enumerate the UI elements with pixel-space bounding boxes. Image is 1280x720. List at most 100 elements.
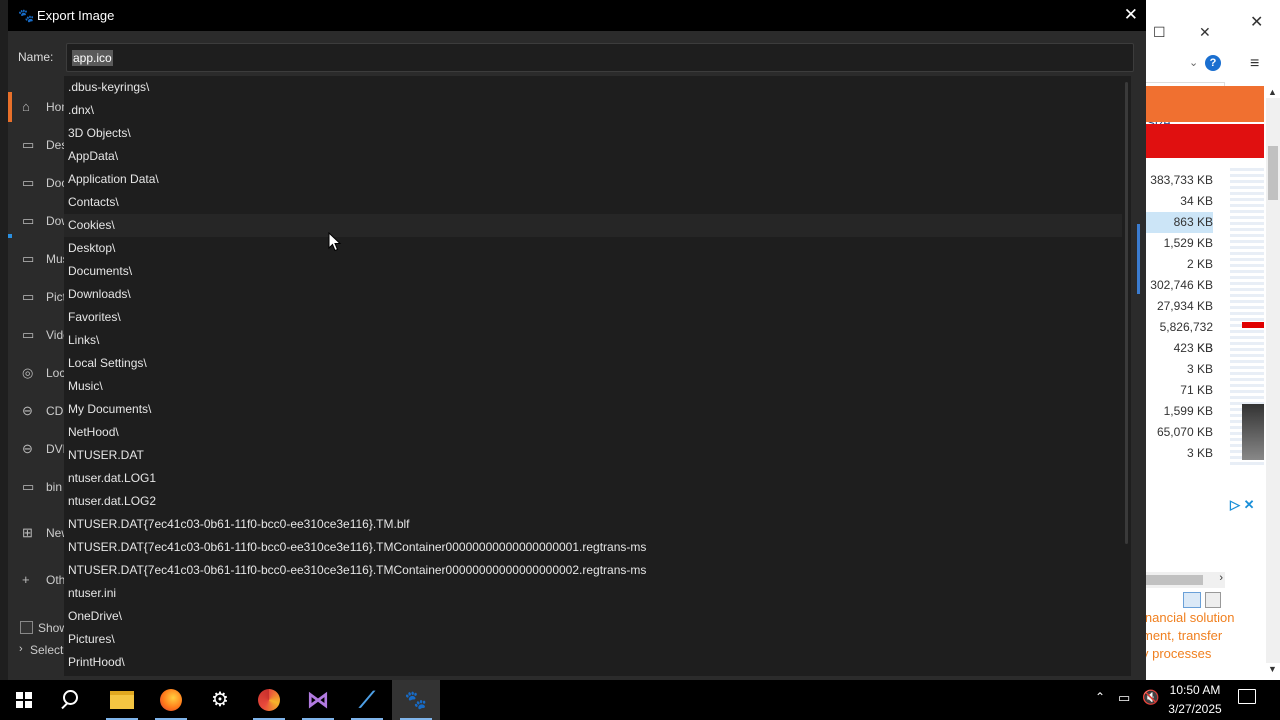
close-icon[interactable]: ✕ <box>1250 12 1263 32</box>
completion-item[interactable]: ntuser.dat.LOG2 <box>64 490 1122 513</box>
dialog-title: Export Image <box>37 8 115 23</box>
completion-item-hovered[interactable]: Cookies\ <box>64 214 1122 237</box>
place-downloads[interactable]: ▭ Downloads <box>8 209 66 235</box>
menu-icon[interactable]: ≡ <box>1250 55 1259 73</box>
file-size-cell[interactable]: 34 KB <box>1141 191 1213 212</box>
place-music[interactable]: ▭ Music <box>8 247 66 273</box>
large-icons-view-icon[interactable] <box>1205 592 1221 608</box>
chevron-right-icon[interactable]: › <box>19 643 23 655</box>
show-hidden-icons-icon[interactable]: ⌃ <box>1095 690 1105 704</box>
place-videos[interactable]: ▭ Videos <box>8 323 66 349</box>
file-size-cell[interactable]: 27,934 KB <box>1141 296 1213 317</box>
search-button[interactable] <box>48 680 96 720</box>
chevron-right-icon[interactable]: › <box>1219 572 1223 584</box>
file-size-cell[interactable]: 383,733 KB <box>1141 170 1213 191</box>
close-icon[interactable]: ✕ <box>1124 5 1138 25</box>
close-icon[interactable]: ✕ <box>1199 24 1211 41</box>
file-size-cell[interactable]: 5,826,732 KB <box>1141 317 1213 355</box>
file-size-cell[interactable]: 3 KB <box>1141 359 1213 380</box>
completion-item[interactable]: PrintHood\ <box>64 651 1122 674</box>
completion-item[interactable]: ntuser.dat.LOG1 <box>64 467 1122 490</box>
completion-item[interactable]: Application Data\ <box>64 168 1122 191</box>
place-pictures[interactable]: ▭ Pictures <box>8 285 66 311</box>
scrollbar-thumb[interactable] <box>1268 146 1278 200</box>
file-size-cell[interactable]: 65,070 KB <box>1141 422 1213 443</box>
start-button[interactable] <box>0 680 48 720</box>
completion-item[interactable]: .dnx\ <box>64 99 1122 122</box>
clock-time[interactable]: 10:50 AM <box>1164 683 1226 697</box>
completion-scrollbar[interactable] <box>1123 76 1131 676</box>
place-new[interactable]: ⊞ New <box>8 521 66 547</box>
place-home[interactable]: ⌂ Home <box>8 95 66 121</box>
completion-item[interactable]: Links\ <box>64 329 1122 352</box>
completion-item[interactable]: Favorites\ <box>64 306 1122 329</box>
file-size-cell[interactable]: 423 KB <box>1141 338 1213 359</box>
vertical-scrollbar[interactable] <box>1266 98 1280 663</box>
completion-item[interactable]: ntuser.ini <box>64 582 1122 605</box>
completion-item[interactable]: NTUSER.DAT <box>64 444 1122 467</box>
paint-icon <box>258 689 280 711</box>
completion-item[interactable]: NetHood\ <box>64 421 1122 444</box>
help-icon[interactable]: ? <box>1205 55 1221 71</box>
windows-logo-icon <box>16 692 32 708</box>
completion-item[interactable]: OneDrive\ <box>64 605 1122 628</box>
place-desktop[interactable]: ▭ Desktop <box>8 133 66 159</box>
notification-center-icon[interactable] <box>1238 689 1256 704</box>
completion-item[interactable]: Documents\ <box>64 260 1122 283</box>
completion-item[interactable]: NTUSER.DAT{7ec41c03-0b61-11f0-bcc0-ee310… <box>64 536 1122 559</box>
advertisement[interactable]: inancial solution ment, transfer y proce… <box>1140 608 1264 678</box>
file-size-cell[interactable]: 302,746 KB <box>1141 275 1213 296</box>
place-local[interactable]: ◎ Local <box>8 361 66 387</box>
filename-input[interactable]: app.ico <box>66 43 1134 72</box>
completion-item[interactable]: Contacts\ <box>64 191 1122 214</box>
volume-icon[interactable]: 🔇 <box>1142 689 1159 706</box>
scroll-down-icon[interactable]: ▼ <box>1268 664 1277 674</box>
scrollbar-thumb[interactable] <box>1125 82 1128 544</box>
completion-item[interactable]: AppData\ <box>64 145 1122 168</box>
filename-selected-text[interactable]: app.ico <box>72 50 113 66</box>
place-dvd[interactable]: ⊖ DVD <box>8 437 66 463</box>
taskbar-jetbrains[interactable]: ⟋ <box>343 680 391 720</box>
taskbar-gimp[interactable]: 🐾 <box>392 680 440 720</box>
scroll-up-icon[interactable]: ▲ <box>1268 87 1277 97</box>
taskbar-firefox[interactable] <box>147 680 195 720</box>
completion-item[interactable]: Desktop\ <box>64 237 1122 260</box>
network-icon[interactable]: ▭ <box>1118 690 1130 706</box>
completion-item[interactable]: Pictures\ <box>64 628 1122 651</box>
chevron-down-icon[interactable]: ⌄ <box>1189 56 1198 69</box>
folder-icon: ▭ <box>22 289 35 304</box>
file-size-cell[interactable]: 3 KB <box>1141 443 1213 464</box>
completion-item[interactable]: Music\ <box>64 375 1122 398</box>
taskbar-paint[interactable] <box>245 680 293 720</box>
completion-item[interactable]: NTUSER.DAT{7ec41c03-0b61-11f0-bcc0-ee310… <box>64 559 1122 582</box>
completion-item[interactable]: Local Settings\ <box>64 352 1122 375</box>
place-bin[interactable]: ▭ bin <box>8 475 66 501</box>
file-size-cell[interactable]: 1,599 KB <box>1141 401 1213 422</box>
taskbar-visual-studio[interactable]: ⋈ <box>294 680 342 720</box>
file-size-cell[interactable]: 863 KB <box>1141 212 1213 233</box>
completion-item[interactable]: NTUSER.DAT{7ec41c03-0b61-11f0-bcc0-ee310… <box>64 513 1122 536</box>
completion-item[interactable]: Downloads\ <box>64 283 1122 306</box>
place-cd[interactable]: ⊖ CD <box>8 399 66 425</box>
completion-item[interactable]: .dbus-keyrings\ <box>64 76 1122 99</box>
completion-item[interactable]: My Documents\ <box>64 398 1122 421</box>
taskbar-file-explorer[interactable] <box>98 680 146 720</box>
file-size-cell[interactable]: 2 KB <box>1141 254 1213 275</box>
horizontal-scrollbar[interactable]: › <box>1141 572 1225 588</box>
place-documents[interactable]: ▭ Documents <box>8 171 66 197</box>
title-bar[interactable]: 🐾 Export Image ✕ <box>8 0 1146 31</box>
file-size-cell[interactable]: 71 KB <box>1141 380 1213 401</box>
file-size-cell[interactable]: 1,529 KB <box>1141 233 1213 254</box>
background-browser: ✕ ≡ ▷ ✕ ▲ ▼ <box>1146 0 1280 680</box>
show-checkbox[interactable] <box>20 621 33 634</box>
completion-item[interactable]: 3D Objects\ <box>64 122 1122 145</box>
taskbar-settings[interactable]: ⚙ <box>196 680 244 720</box>
ad-choices-icon[interactable]: ▷ ✕ <box>1230 497 1255 513</box>
select-expander-label[interactable]: Select <box>30 643 63 657</box>
maximize-icon[interactable]: ☐ <box>1153 24 1166 41</box>
clock-date[interactable]: 3/27/2025 <box>1164 702 1226 716</box>
scrollbar-thumb[interactable] <box>1145 575 1203 585</box>
place-other[interactable]: + Other <box>8 568 66 594</box>
details-view-icon[interactable] <box>1183 592 1201 608</box>
plus-icon: + <box>22 572 30 587</box>
